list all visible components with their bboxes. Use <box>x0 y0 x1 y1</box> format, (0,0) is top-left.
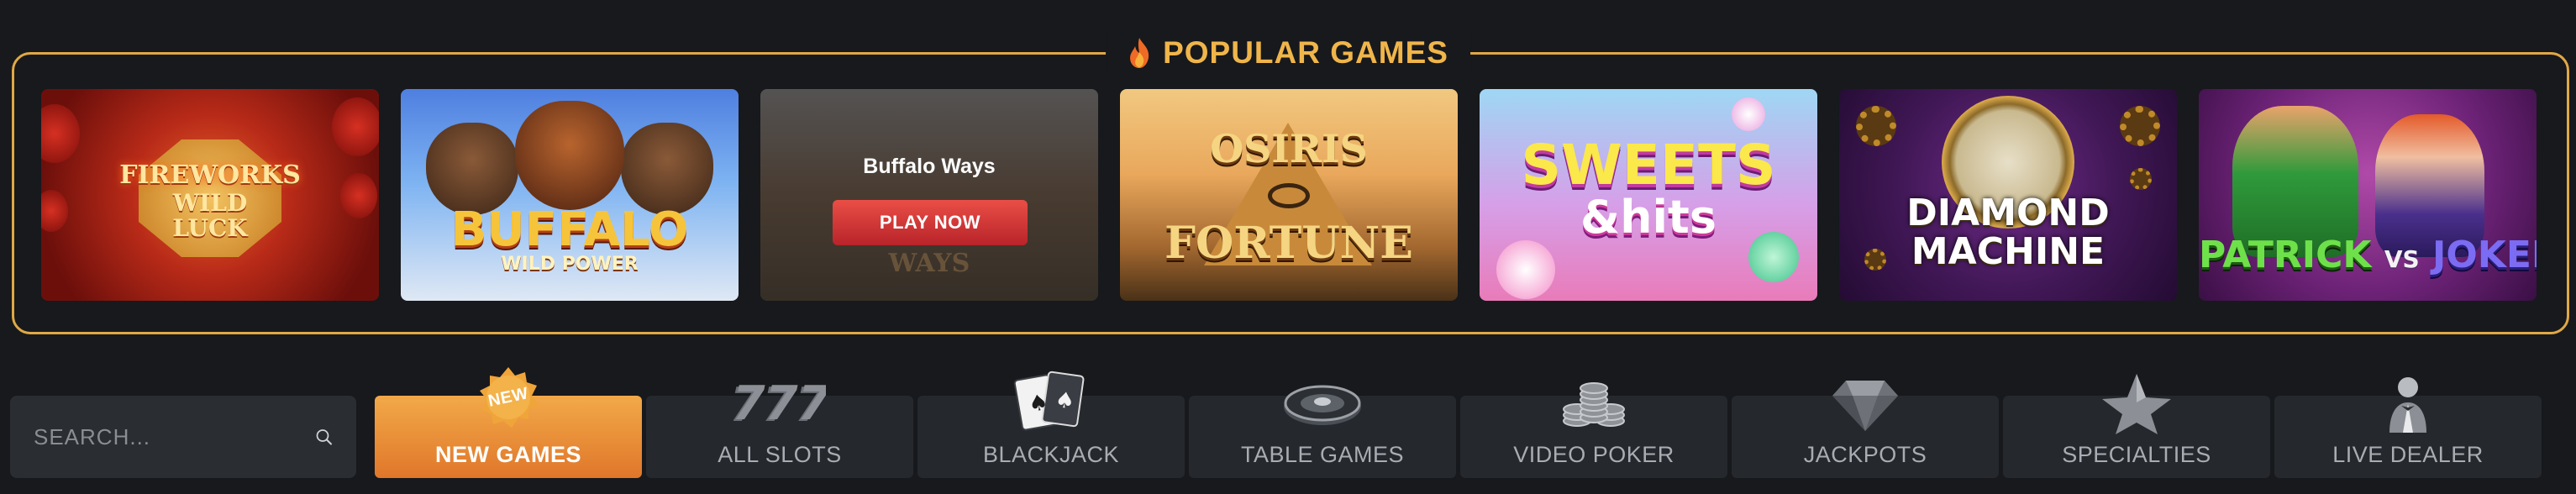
buffalo-illustration <box>515 101 624 210</box>
poker-chips-icon <box>1548 367 1640 438</box>
game-title: BUFFALO <box>450 202 689 257</box>
game-title-line: FIREWORKS <box>119 160 301 190</box>
tab-label: BLACKJACK <box>982 442 1120 467</box>
candy-decoration <box>1732 97 1765 131</box>
tab-live-dealer[interactable]: LIVE DEALER <box>2274 377 2542 478</box>
game-title-line: OSIRIS <box>1210 126 1368 171</box>
game-card-patrick-vs-joker[interactable]: PATRICK VS JOKER <box>2199 89 2537 301</box>
tab-label: NEW GAMES <box>434 442 581 467</box>
roulette-wheel-icon <box>1276 367 1369 438</box>
tab-specialties[interactable]: SPECIALTIES <box>2003 374 2270 478</box>
lantern-decoration <box>332 97 379 156</box>
new-badge: NEW <box>476 365 540 429</box>
buffalo-illustration <box>621 123 713 215</box>
game-card-buffalo-wild-power[interactable]: BUFFALO WILD POWER <box>401 89 739 301</box>
tab-jackpots[interactable]: JACKPOTS <box>1732 381 1999 478</box>
dealer-icon <box>2362 367 2454 438</box>
game-title-line: FORTUNE <box>1164 218 1413 269</box>
game-title-line: MACHINE <box>1911 230 2105 273</box>
slots-777-icon: 777 777 <box>733 367 826 438</box>
popular-games-carousel: FIREWORKS WILD LUCK BUFFALO WILD POWER W… <box>41 89 2537 301</box>
gear-icon <box>2120 106 2160 146</box>
play-now-button[interactable]: PLAY NOW <box>833 200 1028 245</box>
game-subtitle: WILD POWER <box>501 254 639 275</box>
game-title-part: JOKER <box>2432 234 2537 276</box>
search-box <box>10 396 356 478</box>
tab-label: TABLE GAMES <box>1240 442 1405 467</box>
tab-label: VIDEO POKER <box>1513 442 1674 467</box>
tab-label: JACKPOTS <box>1803 442 1927 467</box>
search-icon[interactable] <box>315 419 333 455</box>
game-title: PATRICK VS JOKER <box>2199 237 2537 274</box>
game-card-sweets-and-hits[interactable]: SWEETS &hits <box>1480 89 1817 301</box>
gear-icon <box>1856 106 1896 146</box>
eye-of-horus-icon <box>1268 183 1310 208</box>
tab-label: ALL SLOTS <box>718 442 842 467</box>
game-title-line: WILD <box>172 189 248 217</box>
game-card-buffalo-ways[interactable]: WAYS Buffalo Ways PLAY NOW <box>760 89 1098 301</box>
gear-icon <box>2130 168 2152 190</box>
popular-games-title: POPULAR GAMES <box>1163 35 1448 70</box>
game-title-part: PATRICK <box>2199 234 2372 276</box>
game-title-part: VS <box>2384 245 2420 273</box>
tab-video-poker[interactable]: VIDEO POKER <box>1460 382 1727 478</box>
search-input[interactable] <box>34 423 315 450</box>
tab-new-games[interactable]: NEW NEW GAMES <box>375 367 642 478</box>
game-card-osiris-fortune[interactable]: OSIRIS FORTUNE <box>1120 89 1458 301</box>
game-title-line: DIAMOND <box>1906 192 2110 234</box>
buffalo-illustration <box>426 123 518 215</box>
hover-overlay <box>760 89 1098 301</box>
candy-decoration <box>1496 240 1555 299</box>
svg-text:777: 777 <box>733 377 826 428</box>
game-category-nav: NEW NEW GAMES 777 777 ALL SLOTS ♠ ♠ BLAC… <box>375 367 2542 478</box>
tab-table-games[interactable]: TABLE GAMES <box>1189 385 1456 478</box>
game-title-line: LUCK <box>172 214 248 242</box>
game-card-fireworks-wild-luck[interactable]: FIREWORKS WILD LUCK <box>41 89 379 301</box>
fire-icon <box>1130 38 1149 68</box>
popular-games-heading: POPULAR GAMES <box>1106 32 1470 74</box>
game-title-line: &hits <box>1580 191 1716 244</box>
svg-text:♠: ♠ <box>1054 387 1076 415</box>
tab-blackjack[interactable]: ♠ ♠ BLACKJACK <box>917 370 1185 478</box>
playing-cards-icon: ♠ ♠ <box>1005 367 1097 438</box>
game-card-diamond-machine[interactable]: DIAMOND MACHINE <box>1839 89 2177 301</box>
tab-label: SPECIALTIES <box>2062 442 2211 467</box>
game-title-line: SWEETS <box>1521 133 1776 197</box>
star-icon <box>2090 367 2183 438</box>
tab-label: LIVE DEALER <box>2332 442 2484 467</box>
tab-all-slots[interactable]: 777 777 ALL SLOTS <box>646 377 913 478</box>
diamond-icon <box>1819 367 1911 438</box>
game-hover-name: Buffalo Ways <box>863 155 996 178</box>
lantern-decoration <box>41 104 80 163</box>
